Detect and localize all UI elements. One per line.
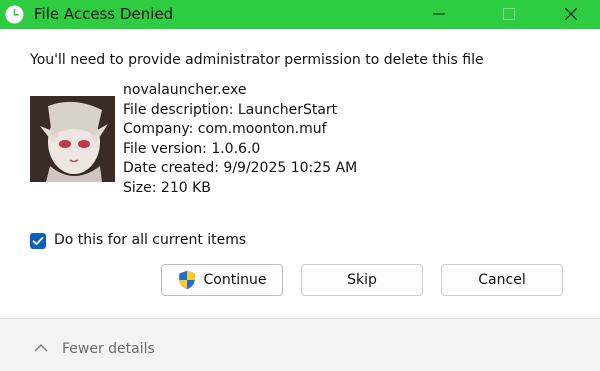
continue-button[interactable]: Continue (161, 264, 283, 296)
all-items-checkbox[interactable] (30, 233, 46, 249)
maximize-icon (503, 8, 515, 20)
file-company: Company: com.moonton.muf (123, 121, 327, 138)
skip-button[interactable]: Skip (301, 264, 423, 296)
file-size: Size: 210 KB (123, 179, 211, 196)
clock-icon (5, 5, 24, 24)
minimize-icon (433, 13, 445, 15)
cancel-label: Cancel (478, 272, 526, 288)
file-details: novalauncher.exe File description: Launc… (123, 81, 357, 199)
minimize-button[interactable] (416, 0, 462, 29)
file-thumbnail (30, 96, 115, 182)
window-title: File Access Denied (34, 5, 174, 23)
fewer-details-toggle[interactable]: Fewer details (62, 341, 155, 357)
maximize-button[interactable] (486, 0, 532, 29)
thumbnail-art (30, 96, 115, 182)
checkmark-icon (32, 236, 44, 246)
file-date-created: Date created: 9/9/2025 10:25 AM (123, 160, 358, 177)
title-bar: File Access Denied (0, 0, 600, 29)
file-description: File description: LauncherStart (123, 101, 338, 118)
details-footer: Fewer details (0, 319, 600, 371)
chevron-up-icon[interactable] (34, 343, 48, 352)
all-items-label[interactable]: Do this for all current items (54, 232, 246, 248)
close-icon (565, 8, 577, 20)
file-version: File version: 1.0.6.0 (123, 140, 261, 157)
file-name: novalauncher.exe (123, 82, 247, 98)
permission-message: You'll need to provide administrator per… (30, 52, 484, 68)
skip-label: Skip (347, 272, 377, 288)
uac-shield-icon (178, 270, 195, 290)
continue-label: Continue (203, 272, 267, 288)
cancel-button[interactable]: Cancel (441, 264, 563, 296)
close-button[interactable] (548, 0, 594, 29)
